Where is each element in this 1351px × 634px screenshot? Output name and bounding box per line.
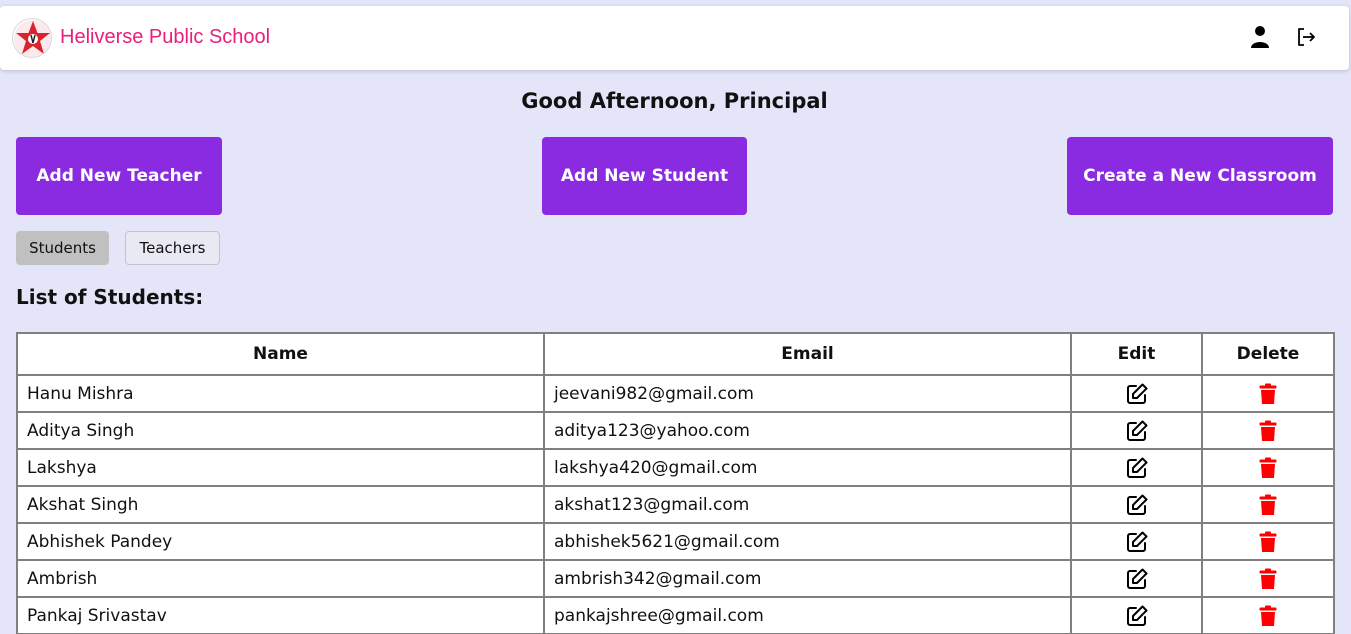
trash-icon[interactable] xyxy=(1259,383,1277,405)
table-row: Hanu Mishra jeevani982@gmail.com xyxy=(16,374,1335,413)
student-name: Abhishek Pandey xyxy=(16,522,545,561)
student-email: ambrish342@gmail.com xyxy=(543,559,1072,598)
edit-icon[interactable] xyxy=(1125,604,1149,628)
trash-icon[interactable] xyxy=(1259,494,1277,516)
school-logo xyxy=(12,18,52,58)
student-name: Pankaj Srivastav xyxy=(16,596,545,634)
edit-cell xyxy=(1070,448,1203,487)
delete-cell xyxy=(1201,448,1335,487)
delete-cell xyxy=(1201,485,1335,524)
add-new-student-button[interactable]: Add New Student xyxy=(542,137,747,215)
delete-cell xyxy=(1201,522,1335,561)
trash-icon[interactable] xyxy=(1259,420,1277,442)
edit-cell xyxy=(1070,596,1203,634)
student-email: pankajshree@gmail.com xyxy=(543,596,1072,634)
edit-icon[interactable] xyxy=(1125,567,1149,591)
tab-teachers[interactable]: Teachers xyxy=(125,231,220,265)
column-header-email: Email xyxy=(543,332,1072,376)
edit-cell xyxy=(1070,374,1203,413)
student-email: lakshya420@gmail.com xyxy=(543,448,1072,487)
table-header-row: Name Email Edit Delete xyxy=(16,332,1335,376)
edit-cell xyxy=(1070,559,1203,598)
table-row: Lakshya lakshya420@gmail.com xyxy=(16,448,1335,487)
student-email: jeevani982@gmail.com xyxy=(543,374,1072,413)
greeting-title: Good Afternoon, Principal xyxy=(521,89,828,113)
student-email: akshat123@gmail.com xyxy=(543,485,1072,524)
edit-icon[interactable] xyxy=(1125,530,1149,554)
trash-icon[interactable] xyxy=(1259,605,1277,627)
list-title: List of Students: xyxy=(16,285,204,309)
brand-name[interactable]: Heliverse Public School xyxy=(60,26,270,49)
student-name: Hanu Mishra xyxy=(16,374,545,413)
column-header-delete: Delete xyxy=(1201,332,1335,376)
trash-icon[interactable] xyxy=(1259,568,1277,590)
delete-cell xyxy=(1201,559,1335,598)
table-row: Pankaj Srivastav pankajshree@gmail.com xyxy=(16,596,1335,634)
table-row: Ambrish ambrish342@gmail.com xyxy=(16,559,1335,598)
logout-icon[interactable] xyxy=(1295,25,1317,49)
student-name: Aditya Singh xyxy=(16,411,545,450)
edit-icon[interactable] xyxy=(1125,456,1149,480)
student-name: Akshat Singh xyxy=(16,485,545,524)
column-header-edit: Edit xyxy=(1070,332,1203,376)
delete-cell xyxy=(1201,596,1335,634)
student-email: abhishek5621@gmail.com xyxy=(543,522,1072,561)
student-email: aditya123@yahoo.com xyxy=(543,411,1072,450)
add-new-teacher-button[interactable]: Add New Teacher xyxy=(16,137,222,215)
edit-icon[interactable] xyxy=(1125,382,1149,406)
tab-students[interactable]: Students xyxy=(16,231,109,265)
edit-cell xyxy=(1070,522,1203,561)
edit-cell xyxy=(1070,485,1203,524)
table-row: Akshat Singh akshat123@gmail.com xyxy=(16,485,1335,524)
trash-icon[interactable] xyxy=(1259,531,1277,553)
edit-icon[interactable] xyxy=(1125,419,1149,443)
table-row: Abhishek Pandey abhishek5621@gmail.com xyxy=(16,522,1335,561)
students-table: Name Email Edit Delete Hanu Mishra jeevan… xyxy=(16,332,1335,634)
delete-cell xyxy=(1201,411,1335,450)
student-name: Ambrish xyxy=(16,559,545,598)
user-icon[interactable] xyxy=(1249,25,1271,49)
trash-icon[interactable] xyxy=(1259,457,1277,479)
edit-cell xyxy=(1070,411,1203,450)
table-row: Aditya Singh aditya123@yahoo.com xyxy=(16,411,1335,450)
student-name: Lakshya xyxy=(16,448,545,487)
navbar: Heliverse Public School xyxy=(0,6,1349,70)
column-header-name: Name xyxy=(16,332,545,376)
create-classroom-button[interactable]: Create a New Classroom xyxy=(1067,137,1333,215)
delete-cell xyxy=(1201,374,1335,413)
edit-icon[interactable] xyxy=(1125,493,1149,517)
